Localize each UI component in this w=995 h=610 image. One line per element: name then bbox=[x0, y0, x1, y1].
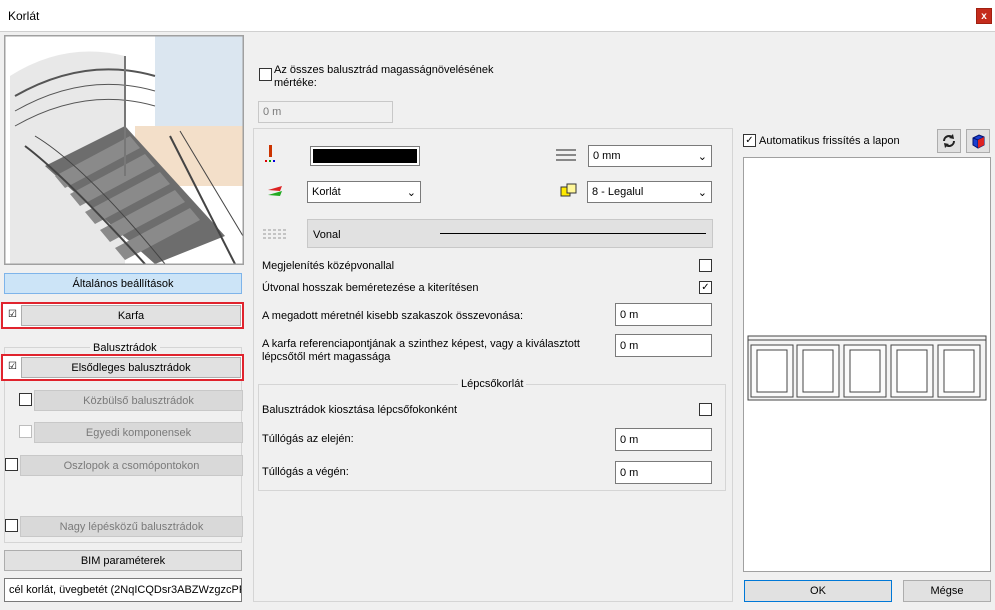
pen-color-picker[interactable] bbox=[310, 146, 420, 166]
chevron-down-icon: ⌄ bbox=[697, 186, 707, 199]
layer-select[interactable]: Korlát ⌄ bbox=[307, 181, 421, 203]
distribute-per-step-label: Balusztrádok kiosztása lépcsőfokonként bbox=[262, 404, 458, 416]
line-type-selector[interactable]: Vonal bbox=[307, 219, 713, 248]
large-step-balusters-button[interactable]: Nagy lépésközű balusztrádok bbox=[20, 516, 243, 537]
merge-segments-input[interactable]: 0 m bbox=[615, 303, 712, 326]
posts-at-nodes-checkbox[interactable] bbox=[5, 458, 18, 471]
primary-balusters-button[interactable]: Elsődleges balusztrádok bbox=[21, 357, 241, 378]
line-type-icon bbox=[263, 228, 287, 240]
chevron-down-icon: ⌄ bbox=[697, 150, 707, 163]
handrail-checkbox[interactable]: ☑ bbox=[6, 309, 19, 322]
cancel-button[interactable]: Mégse bbox=[903, 580, 991, 602]
pen-icon bbox=[264, 145, 278, 165]
overhang-end-input[interactable]: 0 m bbox=[615, 461, 712, 484]
intermediate-balusters-button[interactable]: Közbülső balusztrádok bbox=[34, 390, 243, 411]
reference-height-label: A karfa referenciapontjának a szinthez k… bbox=[262, 338, 580, 363]
priority-value: 8 - Legalul bbox=[592, 186, 644, 198]
overhang-start-input[interactable]: 0 m bbox=[615, 428, 712, 451]
stair-preview-image bbox=[4, 35, 244, 265]
line-type-sample bbox=[440, 233, 706, 234]
line-weight-select[interactable]: 0 mm ⌄ bbox=[588, 145, 712, 167]
close-button[interactable]: x bbox=[976, 8, 992, 24]
layer-icon bbox=[266, 183, 284, 201]
line-weight-value: 0 mm bbox=[593, 150, 621, 162]
distribute-per-step-checkbox[interactable] bbox=[699, 403, 712, 416]
handrail-button[interactable]: Karfa bbox=[21, 305, 241, 326]
auto-refresh-checkbox[interactable]: ✓ bbox=[743, 134, 756, 147]
priority-select[interactable]: 8 - Legalul ⌄ bbox=[587, 181, 712, 203]
general-settings-button[interactable]: Általános beállítások bbox=[4, 273, 242, 294]
bim-parameters-button[interactable]: BIM paraméterek bbox=[4, 550, 242, 571]
pen-color-swatch bbox=[313, 149, 417, 163]
merge-segments-label: A megadott méretnél kisebb szakaszok öss… bbox=[262, 310, 524, 322]
chevron-down-icon: ⌄ bbox=[406, 186, 416, 199]
auto-refresh-label: Automatikus frissítés a lapon bbox=[759, 135, 900, 147]
layer-value: Korlát bbox=[312, 186, 341, 198]
custom-components-button[interactable]: Egyedi komponensek bbox=[34, 422, 243, 443]
ok-button[interactable]: OK bbox=[744, 580, 892, 602]
overhang-start-label: Túllógás az elején: bbox=[262, 433, 354, 445]
height-increase-checkbox[interactable] bbox=[259, 68, 272, 81]
railing-preview-canvas[interactable] bbox=[743, 157, 991, 572]
path-dimension-checkbox[interactable]: ✓ bbox=[699, 281, 712, 294]
reference-height-input[interactable]: 0 m bbox=[615, 334, 712, 357]
refresh-button[interactable] bbox=[937, 129, 961, 153]
3d-view-button[interactable] bbox=[966, 129, 990, 153]
center-line-checkbox[interactable] bbox=[699, 259, 712, 272]
custom-components-checkbox[interactable] bbox=[19, 425, 32, 438]
refresh-icon bbox=[943, 134, 955, 148]
cube-icon bbox=[972, 134, 985, 149]
line-weight-icon bbox=[556, 148, 576, 162]
intermediate-balusters-checkbox[interactable] bbox=[19, 393, 32, 406]
priority-icon bbox=[560, 183, 578, 201]
height-increase-input[interactable]: 0 m bbox=[258, 101, 393, 123]
primary-balusters-checkbox[interactable]: ☑ bbox=[6, 361, 19, 374]
path-dimension-label: Útvonal hosszak beméretezése a kiterítés… bbox=[262, 282, 479, 294]
window-title: Korlát bbox=[8, 9, 40, 23]
height-increase-label: Az összes balusztrád magasságnövelésének… bbox=[274, 64, 494, 89]
object-name-field[interactable]: cél korlát, üvegbetét (2NqICQDsr3ABZWzgz… bbox=[4, 578, 242, 602]
line-type-label: Vonal bbox=[313, 229, 341, 241]
large-step-balusters-checkbox[interactable] bbox=[5, 519, 18, 532]
stair-railing-group-label: Lépcsőkorlát bbox=[458, 378, 527, 390]
posts-at-nodes-button[interactable]: Oszlopok a csomópontokon bbox=[20, 455, 243, 476]
overhang-end-label: Túllógás a végén: bbox=[262, 466, 349, 478]
center-line-label: Megjelenítés középvonallal bbox=[262, 260, 395, 272]
title-bar bbox=[0, 0, 995, 32]
balusters-group-label: Balusztrádok bbox=[90, 342, 160, 354]
